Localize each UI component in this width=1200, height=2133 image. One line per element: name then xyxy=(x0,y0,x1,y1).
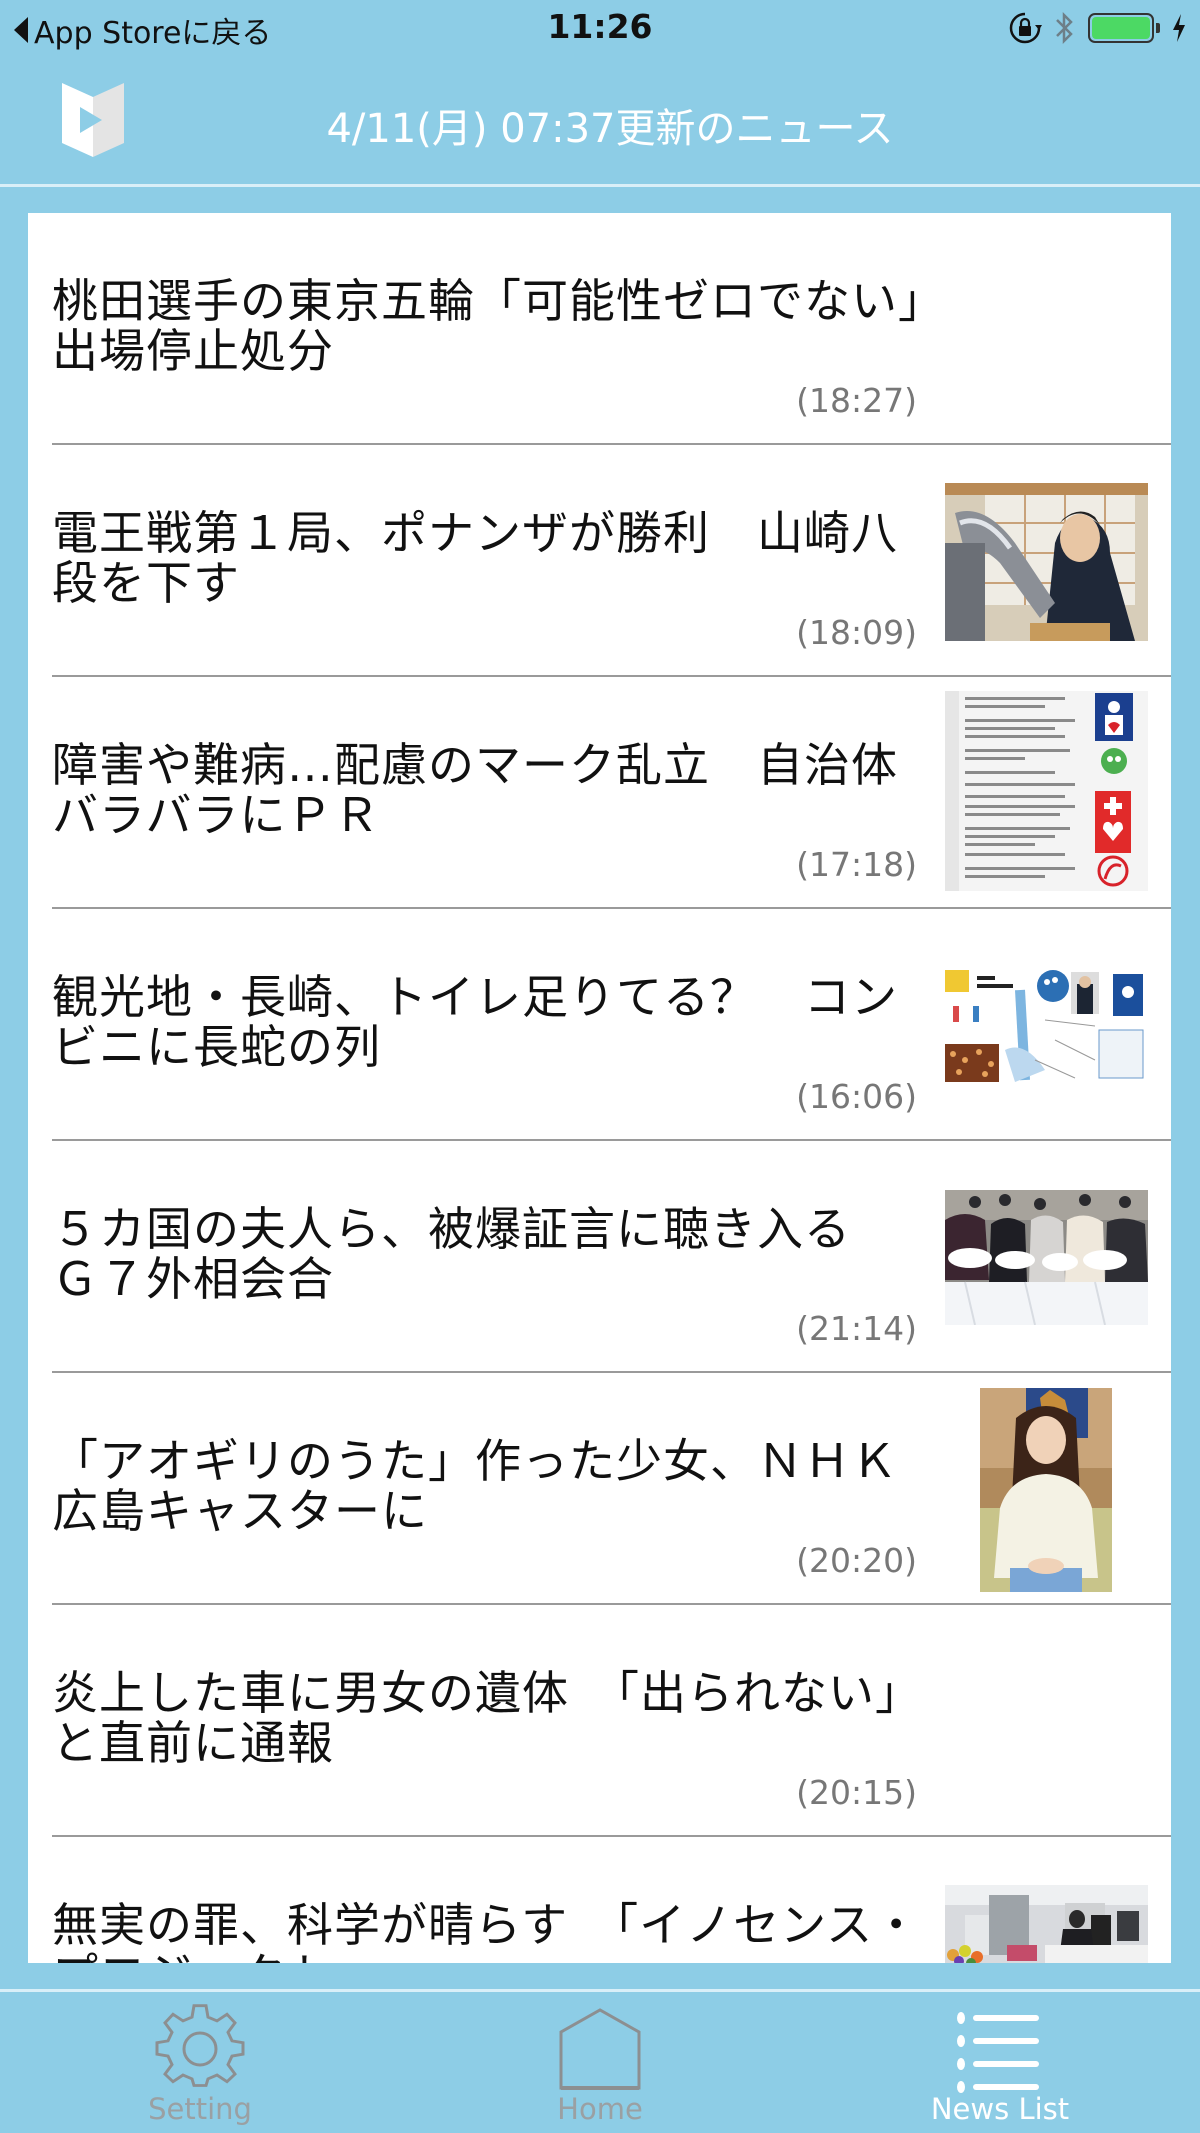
news-title: 桃田選手の東京五輪「可能性ゼロでない」 出場停止処分 xyxy=(52,274,969,378)
news-item[interactable]: 「アオギリのうた」作った少女、ＮＨＫ広島キャスターに (20:20) xyxy=(28,1373,1171,1605)
news-item[interactable]: 桃田選手の東京五輪「可能性ゼロでない」 出場停止処分 (18:27) xyxy=(28,213,1171,445)
news-time: (16:06) xyxy=(796,1077,917,1116)
news-thumbnail xyxy=(980,1388,1112,1592)
news-item[interactable]: 障害や難病…配慮のマーク乱立 自治体バラバラにＰＲ (17:18) xyxy=(28,677,1171,909)
news-item[interactable]: ５カ国の夫人ら、被爆証言に聴き入る Ｇ７外相会合 (21:14) xyxy=(28,1141,1171,1373)
tab-label: News List xyxy=(930,2092,1070,2126)
rotation-lock-icon xyxy=(1009,12,1042,44)
tab-news-list[interactable]: News List xyxy=(800,1992,1200,2133)
header: 4/11(月) 07:37更新のニュース xyxy=(0,58,1200,186)
tab-label: Home xyxy=(557,2092,643,2126)
news-title: 「アオギリのうた」作った少女、ＮＨＫ広島キャスターに xyxy=(52,1434,898,1538)
header-divider xyxy=(0,184,1200,187)
news-list[interactable]: 桃田選手の東京五輪「可能性ゼロでない」 出場停止処分 (18:27) 電王戦第１… xyxy=(28,213,1171,1963)
home-icon xyxy=(559,2008,641,2090)
news-time: (18:09) xyxy=(796,613,917,652)
news-time: (20:15) xyxy=(796,1773,917,1812)
news-title: 観光地・長崎、トイレ足りてる？ コンビニに長蛇の列 xyxy=(52,970,898,1074)
tab-setting[interactable]: Setting xyxy=(0,1992,400,2133)
bluetooth-icon xyxy=(1056,11,1073,45)
news-title: 炎上した車に男女の遺体 「出られない」と直前に通報 xyxy=(52,1666,922,1770)
status-bar: App Storeに戻る 11:26 xyxy=(0,0,1200,58)
charging-icon xyxy=(1173,14,1185,42)
news-item[interactable]: 無実の罪、科学が晴らす 「イノセンス・プロジェクト」 xyxy=(28,1837,1171,1963)
news-thumbnail xyxy=(945,483,1148,641)
news-title: ５カ国の夫人ら、被爆証言に聴き入る Ｇ７外相会合 xyxy=(52,1202,898,1306)
news-time: (21:14) xyxy=(796,1309,917,1348)
news-item[interactable]: 観光地・長崎、トイレ足りてる？ コンビニに長蛇の列 (16:06) xyxy=(28,909,1171,1141)
news-thumbnail xyxy=(945,691,1148,891)
tab-bar: Setting Home News List xyxy=(0,1989,1200,2133)
gear-icon xyxy=(155,2004,245,2087)
tab-home[interactable]: Home xyxy=(400,1992,800,2133)
battery-icon xyxy=(1088,13,1154,43)
news-item[interactable]: 炎上した車に男女の遺体 「出られない」と直前に通報 (20:15) xyxy=(28,1605,1171,1837)
news-thumbnail xyxy=(945,1190,1148,1325)
news-time: (18:27) xyxy=(796,381,917,420)
news-thumbnail xyxy=(945,970,1148,1082)
news-title: 障害や難病…配慮のマーク乱立 自治体バラバラにＰＲ xyxy=(52,738,898,842)
tab-label: Setting xyxy=(148,2092,252,2126)
page-title: 4/11(月) 07:37更新のニュース xyxy=(326,106,894,152)
news-thumbnail xyxy=(945,1885,1148,1963)
list-icon xyxy=(957,2012,1039,2093)
news-item[interactable]: 電王戦第１局、ポナンザが勝利 山崎八段を下す (18:09) xyxy=(28,445,1171,677)
news-time: (17:18) xyxy=(796,845,917,884)
news-title: 電王戦第１局、ポナンザが勝利 山崎八段を下す xyxy=(52,506,898,610)
news-time: (20:20) xyxy=(796,1541,917,1580)
battery-tip xyxy=(1156,23,1160,33)
news-title: 無実の罪、科学が晴らす 「イノセンス・プロジェクト」 xyxy=(52,1898,921,1963)
